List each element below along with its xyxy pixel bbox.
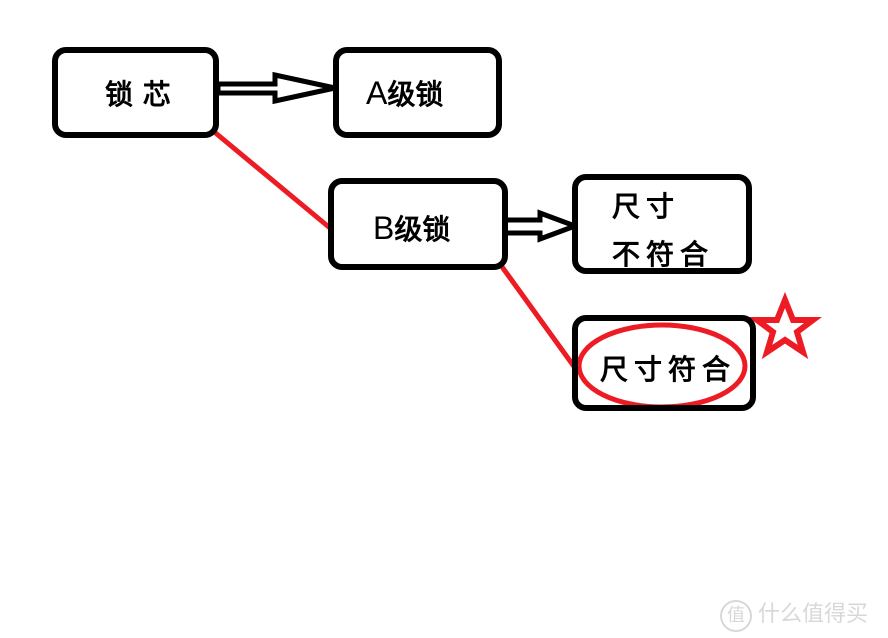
node-size-match-label: 尺寸符合 [600,353,737,386]
node-b-grade-label: B级锁 [373,208,450,248]
node-size-mismatch-line1: 尺寸 [612,190,681,223]
watermark-badge-icon: 值 [720,600,752,632]
edge-b-to-match [497,262,581,374]
arrow-root-to-a [215,71,336,105]
star-icon [748,291,822,360]
node-a-grade-text: 级锁 [387,78,444,111]
edge-root-to-b [210,128,332,230]
node-size-mismatch-line2: 不符合 [612,238,715,271]
node-a-grade-label: A级锁 [366,73,443,113]
watermark: 值什么值得买 [720,596,868,632]
node-root-label: 锁 芯 [105,78,171,111]
node-a-grade-prefix: A [366,75,388,111]
node-b-grade-text: 级锁 [394,213,451,246]
node-b-grade-prefix: B [373,210,395,246]
watermark-text: 什么值得买 [758,602,869,627]
arrow-b-to-mismatch [500,209,583,243]
